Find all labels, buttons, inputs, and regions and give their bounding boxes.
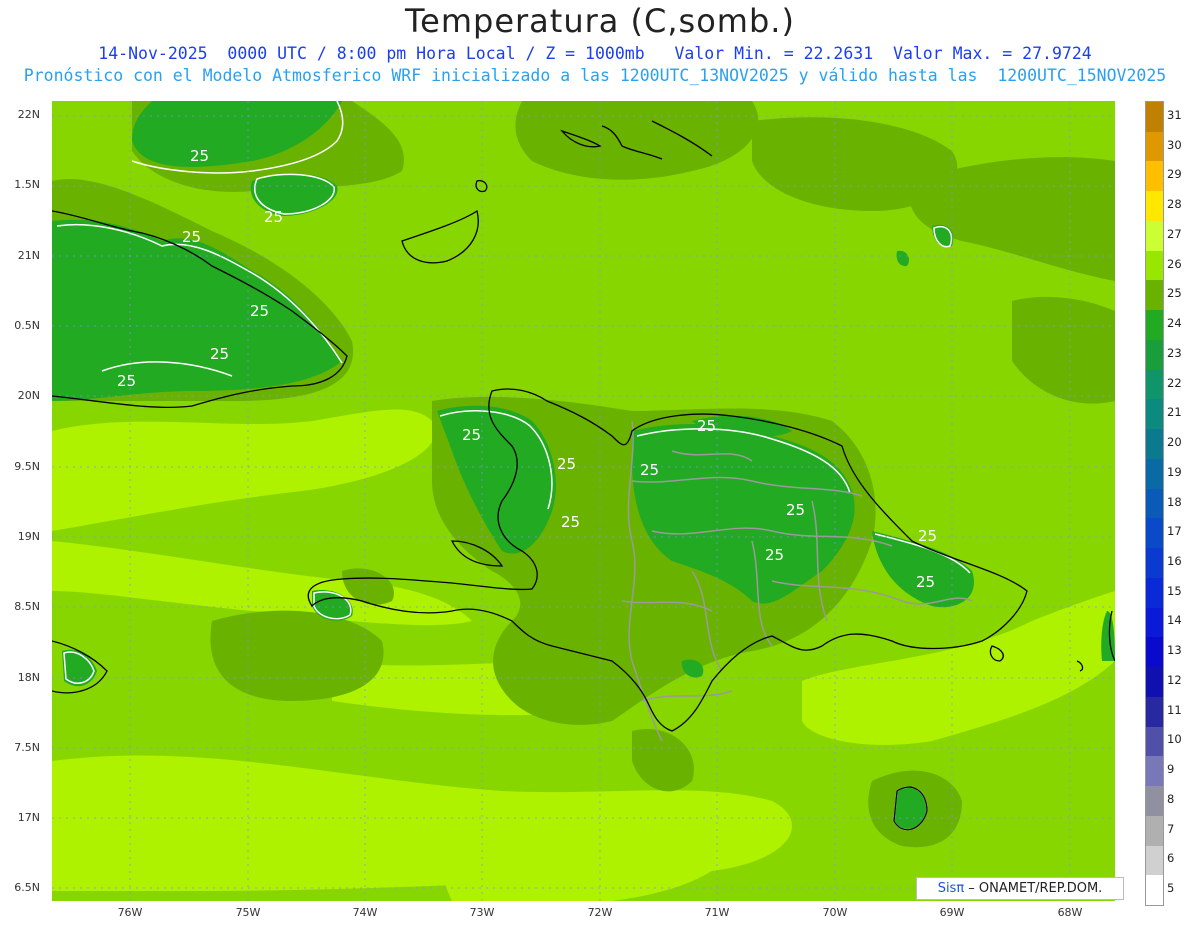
map-subtitle-time: 14-Nov-2025 0000 UTC / 8:00 pm Hora Loca…: [98, 44, 1092, 63]
colorbar-label: 21: [1167, 405, 1182, 420]
colorbar-swatch: [1146, 369, 1163, 400]
colorbar-swatch: [1146, 220, 1163, 252]
lat-label: 19N: [17, 530, 40, 543]
colorbar-swatch: [1146, 310, 1163, 341]
colorbar-swatch: [1146, 577, 1163, 609]
contour-label: 25: [182, 228, 201, 246]
credit-text: – ONAMET/REP.DOM.: [964, 881, 1103, 896]
colorbar-label: 13: [1167, 643, 1182, 658]
contour-label: 25: [918, 527, 937, 545]
map-title: Temperatura (C,somb.): [405, 2, 795, 40]
lat-label: 6.5N: [14, 881, 40, 894]
contour-label: 25: [190, 147, 209, 165]
colorbar-swatch: [1146, 250, 1163, 281]
colorbar-label: 18: [1167, 494, 1182, 509]
colorbar-label: 25: [1167, 286, 1182, 301]
colorbar-label: 11: [1167, 702, 1182, 717]
lat-label: 0.5N: [14, 319, 40, 332]
map-subtitle-model: Pronóstico con el Modelo Atmosferico WRF…: [23, 66, 1167, 85]
contour-label: 25: [462, 426, 481, 444]
colorbar-swatch: [1146, 429, 1163, 460]
colorbar-swatch: [1146, 518, 1163, 549]
lat-label: 18N: [17, 671, 40, 684]
colorbar: [1145, 101, 1164, 906]
lat-label: 8.5N: [14, 600, 40, 613]
colorbar-label: 16: [1167, 553, 1182, 568]
contour-label: 25: [561, 513, 580, 531]
colorbar-swatch: [1146, 548, 1163, 579]
lat-label: 7.5N: [14, 741, 40, 754]
colorbar-label: 10: [1167, 732, 1182, 747]
colorbar-label: 12: [1167, 672, 1182, 687]
lon-label: 68W: [1057, 906, 1083, 919]
colorbar-swatch: [1146, 458, 1163, 490]
colorbar-swatch: [1146, 191, 1163, 222]
colorbar-label: 24: [1167, 316, 1182, 331]
colorbar-label: 30: [1167, 137, 1182, 152]
credit-brand: Sisπ: [937, 881, 965, 896]
lon-label: 73W: [469, 906, 495, 919]
contour-label: 25: [697, 417, 716, 435]
contour-label: 25: [117, 372, 136, 390]
colorbar-swatch: [1146, 102, 1163, 133]
contour-label: 25: [765, 546, 784, 564]
colorbar-label: 6: [1167, 851, 1175, 866]
colorbar-label: 20: [1167, 435, 1182, 450]
lon-label: 69W: [939, 906, 965, 919]
lat-label: 1.5N: [14, 178, 40, 191]
lon-label: 74W: [352, 906, 378, 919]
lon-label: 75W: [235, 906, 261, 919]
contour-label: 25: [786, 501, 805, 519]
colorbar-label: 15: [1167, 583, 1182, 598]
colorbar-label: 23: [1167, 345, 1182, 360]
lon-label: 71W: [704, 906, 730, 919]
contour-label: 25: [250, 302, 269, 320]
credit-box: Sisπ – ONAMET/REP.DOM.: [916, 877, 1124, 900]
contour-label: 25: [640, 461, 659, 479]
contour-label: 25: [916, 573, 935, 591]
contour-label: 25: [264, 208, 283, 226]
lat-label: 21N: [17, 249, 40, 262]
colorbar-label: 17: [1167, 524, 1182, 539]
lat-label: 17N: [17, 811, 40, 824]
colorbar-label: 31: [1167, 107, 1182, 122]
colorbar-label: 27: [1167, 226, 1182, 241]
lon-label: 76W: [117, 906, 143, 919]
colorbar-swatch: [1146, 815, 1163, 846]
colorbar-label: 7: [1167, 821, 1175, 836]
colorbar-swatch: [1146, 756, 1163, 787]
colorbar-label: 9: [1167, 762, 1175, 777]
colorbar-label: 8: [1167, 791, 1175, 806]
lat-label: 20N: [17, 389, 40, 402]
colorbar-label: 22: [1167, 375, 1182, 390]
lat-label: 22N: [17, 108, 40, 121]
colorbar-swatch: [1146, 726, 1163, 757]
contour-label: 25: [557, 455, 576, 473]
colorbar-swatch: [1146, 875, 1163, 906]
colorbar-swatch: [1146, 280, 1163, 311]
colorbar-label: 14: [1167, 613, 1182, 628]
colorbar-label: 19: [1167, 464, 1182, 479]
colorbar-swatch: [1146, 339, 1163, 371]
colorbar-swatch: [1146, 131, 1163, 162]
colorbar-swatch: [1146, 488, 1163, 519]
temperature-map: 25 25 25 25 25 25 25 25 25 25 25 25 25 2…: [52, 101, 1115, 901]
colorbar-swatch: [1146, 399, 1163, 430]
lat-label: 9.5N: [14, 460, 40, 473]
colorbar-swatch: [1146, 786, 1163, 817]
colorbar-label: 5: [1167, 881, 1175, 896]
colorbar-label: 26: [1167, 256, 1182, 271]
colorbar-swatch: [1146, 667, 1163, 698]
colorbar-swatch: [1146, 637, 1163, 668]
colorbar-swatch: [1146, 161, 1163, 192]
lon-label: 72W: [587, 906, 613, 919]
colorbar-swatch: [1146, 607, 1163, 638]
colorbar-swatch: [1146, 845, 1163, 876]
colorbar-label: 29: [1167, 167, 1182, 182]
colorbar-swatch: [1146, 696, 1163, 728]
colorbar-label: 28: [1167, 197, 1182, 212]
lon-label: 70W: [822, 906, 848, 919]
contour-label: 25: [210, 345, 229, 363]
